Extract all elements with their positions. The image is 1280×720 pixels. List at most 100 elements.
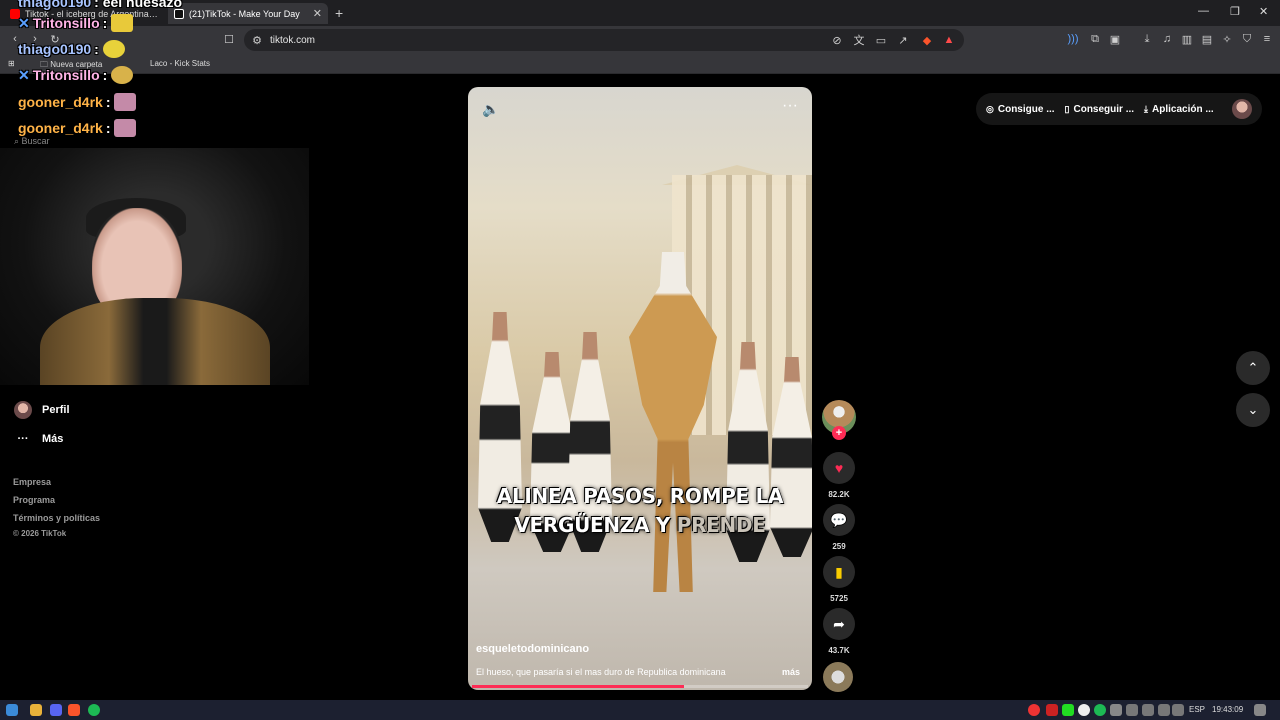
browser-tab-active[interactable]: (21)TikTok - Make Your Day ✕ (168, 3, 328, 24)
desktop-app-button[interactable]: ⤓ Aplicación ... (1144, 104, 1214, 115)
vpn-icon[interactable]: ⛉ (1240, 32, 1254, 46)
caption-text-dim: PRENDE (676, 513, 766, 537)
next-video-button[interactable]: ⌄ (1236, 393, 1270, 427)
sidebar-nav: Perfil ··· Más (12, 395, 212, 453)
cast-icon[interactable]: ▭ (874, 33, 888, 47)
get-app-button[interactable]: ▯ Conseguir ... (1065, 104, 1135, 115)
tray-icon[interactable] (1062, 704, 1074, 716)
new-tab-button[interactable]: + (335, 5, 343, 21)
music-disc-icon[interactable] (823, 662, 853, 692)
ai-icon[interactable]: ✧ (1220, 32, 1234, 46)
streamer-body (40, 298, 270, 385)
top-right-actions: ◎ Consigue ... ▯ Conseguir ... ⤓ Aplicación… (976, 93, 1262, 125)
tray-icon[interactable] (1046, 704, 1058, 716)
audio-icon[interactable]: ))) (1066, 32, 1080, 46)
speaker-icon[interactable] (1172, 704, 1184, 716)
tray-icon[interactable] (1078, 704, 1090, 716)
notifications-icon[interactable] (1254, 704, 1266, 716)
file-explorer-icon[interactable] (30, 704, 42, 716)
bookmark-icon[interactable]: ☐ (222, 32, 236, 46)
get-coins-button[interactable]: ◎ Consigue ... (986, 104, 1055, 115)
sidebar-item-more[interactable]: ··· Más (12, 424, 212, 453)
emote-icon (111, 14, 134, 32)
comment-count: 259 (832, 542, 846, 551)
discord-icon[interactable] (50, 704, 62, 716)
video-caption-overlay: ALINEA PASOS, ROMPE LA VERGÜENZA Y PREND… (468, 482, 812, 540)
chat-text: eel huesazo (102, 0, 183, 10)
apps-grid-icon[interactable]: ⊞ (8, 59, 15, 68)
tab-title: (21)TikTok - Make Your Day (189, 8, 300, 19)
previous-video-button[interactable]: ⌃ (1236, 351, 1270, 385)
sidebar-icon[interactable]: ▥ (1180, 32, 1194, 46)
comment-icon: 💬 (823, 504, 855, 536)
sword-badge-icon: ✕ (18, 14, 30, 31)
video-author[interactable]: esqueletodominicano (476, 643, 589, 655)
spotify-icon[interactable] (88, 704, 100, 716)
music-icon[interactable]: ♫ (1160, 32, 1174, 46)
close-tab-icon[interactable]: ✕ (313, 7, 322, 20)
like-button[interactable]: ♥ 82.2K (823, 452, 855, 499)
download-icon: ⤓ (1144, 103, 1149, 114)
no-camera-icon[interactable]: ⊘ (830, 33, 844, 47)
progress-bar[interactable] (472, 685, 808, 688)
follow-button[interactable]: + (832, 426, 846, 440)
bookmarks-bar: ⊞ 🗀 Nueva carpeta Laco - Kick Stats (0, 54, 1280, 74)
brave-shield-icon[interactable]: ◆ (920, 33, 934, 47)
address-bar[interactable]: ⚙ tiktok.com ⊘ 文 ▭ ↗ ◆ ▲ (244, 29, 964, 51)
more-link[interactable]: más (782, 667, 800, 677)
pill-label: Conseguir ... (1073, 103, 1135, 115)
menu-icon[interactable]: ≡ (1260, 32, 1274, 46)
wallet-icon[interactable]: ▤ (1200, 32, 1214, 46)
brave-rewards-icon[interactable]: ▲ (942, 33, 956, 47)
sidebar-item-profile[interactable]: Perfil (12, 395, 212, 424)
sidebar-item-label: Perfil (42, 403, 70, 416)
video-description: El hueso, que pasaría si el mas duro de … (476, 667, 726, 677)
windows-start-icon[interactable] (6, 704, 18, 716)
share-button[interactable]: ➦ 43.7K (823, 608, 855, 655)
search-input[interactable]: ⌕ Buscar (14, 136, 50, 147)
bookmark-icon: ▮ (823, 556, 855, 588)
tray-icon[interactable] (1126, 704, 1138, 716)
extensions-icon[interactable]: ⧉ (1088, 32, 1102, 46)
microphone-icon[interactable] (1110, 704, 1122, 716)
close-window-icon[interactable]: ✕ (1259, 5, 1268, 18)
caption-line: ALINEA PASOS, ROMPE LA (496, 484, 784, 508)
chat-message: thiago0190: eel huesazo (18, 0, 182, 10)
video-player[interactable]: 🔈 ··· ALINEA PASOS, ROMPE LA VERGÜENZA Y… (468, 87, 812, 690)
chat-message: gooner_d4rk: (18, 93, 137, 111)
tiktok-icon (174, 8, 184, 19)
footer-links: Empresa Programa Términos y políticas (13, 477, 100, 531)
footer-link-company[interactable]: Empresa (13, 477, 100, 495)
network-icon[interactable] (1142, 704, 1154, 716)
user-avatar[interactable] (1232, 99, 1252, 119)
footer-link-program[interactable]: Programa (13, 495, 100, 513)
windows-taskbar: ESP 19:43:09 (0, 700, 1280, 720)
volume-icon[interactable] (1158, 704, 1170, 716)
brave-icon[interactable] (68, 704, 80, 716)
more-options-icon[interactable]: ··· (782, 97, 798, 115)
chat-message: ✕ Tritonsillo: (18, 14, 134, 32)
emote-icon (102, 40, 125, 58)
tray-icon[interactable] (1094, 704, 1106, 716)
emote-icon (114, 119, 137, 137)
save-button[interactable]: ▮ 5725 (823, 556, 855, 603)
minimize-icon[interactable]: — (1198, 5, 1209, 17)
share-icon[interactable]: ↗ (896, 33, 910, 47)
volume-muted-icon[interactable]: 🔈 (482, 101, 499, 118)
screenshot-icon[interactable]: ▣ (1108, 32, 1122, 46)
download-icon[interactable]: ⤓ (1140, 32, 1154, 46)
language-indicator[interactable]: ESP (1189, 705, 1205, 714)
site-settings-icon[interactable]: ⚙ (250, 33, 264, 47)
comment-button[interactable]: 💬 259 (823, 504, 855, 551)
pill-label: Consigue ... (997, 103, 1055, 115)
browser-tabstrip: Tiktok - el iceberg de Argentina (ft. ..… (0, 0, 1280, 26)
clock[interactable]: 19:43:09 (1212, 705, 1243, 714)
bookmark-link[interactable]: Laco - Kick Stats (150, 59, 210, 68)
chat-message: thiago0190: (18, 40, 125, 58)
sidebar-item-label: Más (42, 432, 64, 445)
translate-icon[interactable]: 文 (852, 33, 866, 47)
save-count: 5725 (830, 594, 848, 603)
chevron-up-icon: ⌃ (1247, 360, 1259, 375)
restore-icon[interactable]: ❐ (1230, 5, 1240, 18)
tray-icon[interactable] (1028, 704, 1040, 716)
